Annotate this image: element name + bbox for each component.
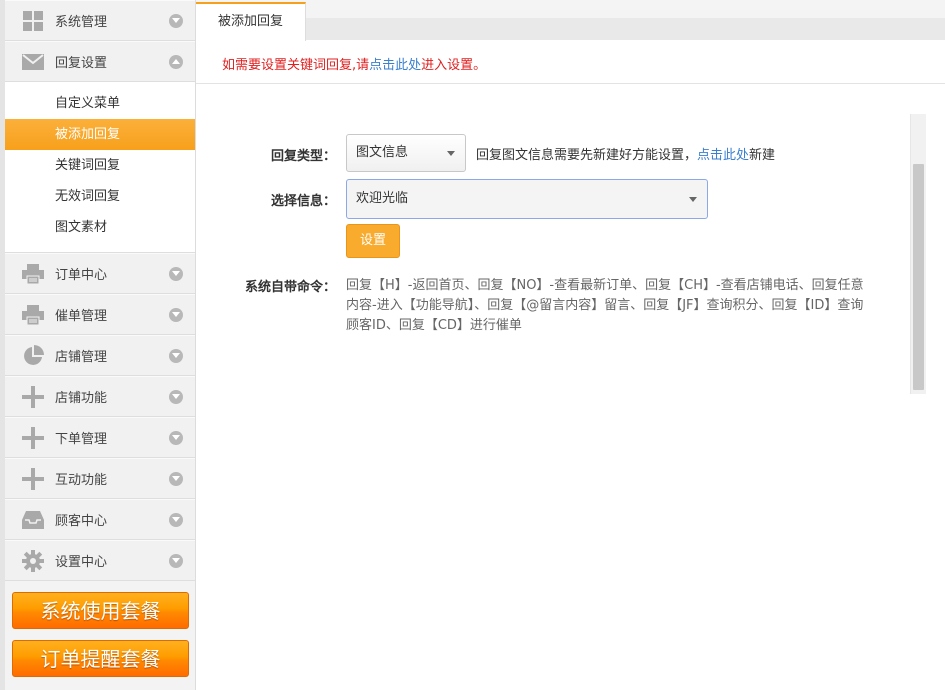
menu-group-settings-center[interactable]: 设置中心	[5, 540, 195, 581]
menu-group-label: 回复设置	[55, 56, 108, 71]
sidebar: 系统管理 回复设置 自定义菜单 被添加回复 关键词回复 无效词回复 图文素材 订…	[0, 0, 196, 690]
submenu-invalid-word-reply[interactable]: 无效词回复	[5, 181, 195, 212]
select-info-value: 欢迎光临	[356, 191, 409, 206]
printer-icon	[22, 304, 44, 326]
menu-group-label: 下单管理	[55, 432, 108, 447]
plus-icon	[22, 467, 44, 490]
menu-group-label: 系统管理	[55, 15, 108, 30]
commands-text: 回复【H】-返回首页、回复【NO】-查看最新订单、回复【CH】-查看店铺电话、回…	[346, 278, 864, 333]
caret-down-icon	[447, 151, 455, 156]
menu-group-label: 设置中心	[55, 555, 108, 570]
set-button[interactable]: 设置	[346, 224, 400, 258]
plus-icon	[22, 385, 44, 408]
scrollbar-thumb[interactable]	[913, 164, 924, 390]
chevron-down-icon	[169, 307, 183, 322]
notice-suffix: 进入设置。	[421, 58, 487, 73]
menu-group-store-functions[interactable]: 店铺功能	[5, 376, 195, 417]
keyword-notice: 如需要设置关键词回复,请点击此处进入设置。	[222, 54, 486, 73]
commands-label: 系统自带命令：	[244, 280, 336, 295]
plus-icon	[22, 426, 44, 449]
grid-icon	[22, 10, 44, 32]
tab-added-reply[interactable]: 被添加回复	[196, 2, 306, 41]
menu-group-ordering[interactable]: 下单管理	[5, 417, 195, 458]
menu-group-label: 订单中心	[55, 268, 108, 283]
select-info-label: 选择信息：	[270, 194, 336, 209]
menu-group-label: 店铺管理	[55, 350, 108, 365]
chevron-down-icon	[169, 471, 183, 486]
menu-group-label: 店铺功能	[55, 391, 108, 406]
select-info-select[interactable]: 欢迎光临	[346, 179, 708, 219]
order-reminder-package-button[interactable]: 订单提醒套餐	[12, 640, 189, 677]
tab-strip	[306, 18, 945, 40]
chevron-down-icon	[169, 348, 183, 363]
menu-group-reply-settings[interactable]: 回复设置	[5, 41, 195, 82]
chevron-down-icon	[169, 512, 183, 527]
reply-type-select[interactable]: 图文信息	[346, 134, 466, 172]
pie-chart-icon	[22, 344, 44, 367]
hint-suffix: 新建	[749, 148, 776, 163]
notice-link[interactable]: 点击此处	[369, 58, 421, 73]
menu-group-reminder[interactable]: 催单管理	[5, 294, 195, 335]
menu-group-interaction[interactable]: 互动功能	[5, 458, 195, 499]
chevron-down-icon	[169, 266, 183, 281]
submenu-news-material[interactable]: 图文素材	[5, 212, 195, 243]
menu-group-label: 互动功能	[55, 473, 108, 488]
main-content: 被添加回复 如需要设置关键词回复,请点击此处进入设置。 回复类型： 图文信息 回…	[196, 0, 945, 690]
reply-submenu: 自定义菜单 被添加回复 关键词回复 无效词回复 图文素材	[5, 82, 195, 253]
scrollbar[interactable]	[910, 114, 926, 394]
menu-group-label: 顾客中心	[55, 514, 108, 529]
printer-icon	[22, 263, 44, 285]
divider	[196, 83, 945, 84]
system-package-button[interactable]: 系统使用套餐	[12, 592, 189, 629]
menu-group-order-center[interactable]: 订单中心	[5, 253, 195, 294]
chevron-up-icon	[169, 54, 183, 69]
menu-group-store[interactable]: 店铺管理	[5, 335, 195, 376]
menu-group-customer-center[interactable]: 顾客中心	[5, 499, 195, 540]
reply-type-hint: 回复图文信息需要先新建好方能设置，点击此处新建	[476, 144, 775, 163]
menu-group-label: 催单管理	[55, 309, 108, 324]
reply-type-label: 回复类型：	[270, 149, 336, 164]
menu-group-system[interactable]: 系统管理	[5, 0, 195, 41]
chevron-down-icon	[169, 13, 183, 28]
submenu-keyword-reply[interactable]: 关键词回复	[5, 150, 195, 181]
chevron-down-icon	[169, 553, 183, 568]
hint-prefix: 回复图文信息需要先新建好方能设置，	[476, 148, 698, 163]
submenu-custom-menu[interactable]: 自定义菜单	[5, 88, 195, 119]
inbox-icon	[22, 509, 44, 531]
envelope-icon	[22, 51, 44, 73]
chevron-down-icon	[169, 389, 183, 404]
hint-link[interactable]: 点击此处	[697, 148, 749, 163]
gear-icon	[22, 549, 44, 572]
chevron-down-icon	[169, 430, 183, 445]
reply-type-value: 图文信息	[356, 145, 409, 160]
notice-prefix: 如需要设置关键词回复,请	[222, 58, 370, 73]
submenu-added-reply[interactable]: 被添加回复	[5, 119, 195, 150]
tab-bar: 被添加回复	[196, 0, 945, 41]
caret-down-icon	[689, 197, 697, 202]
